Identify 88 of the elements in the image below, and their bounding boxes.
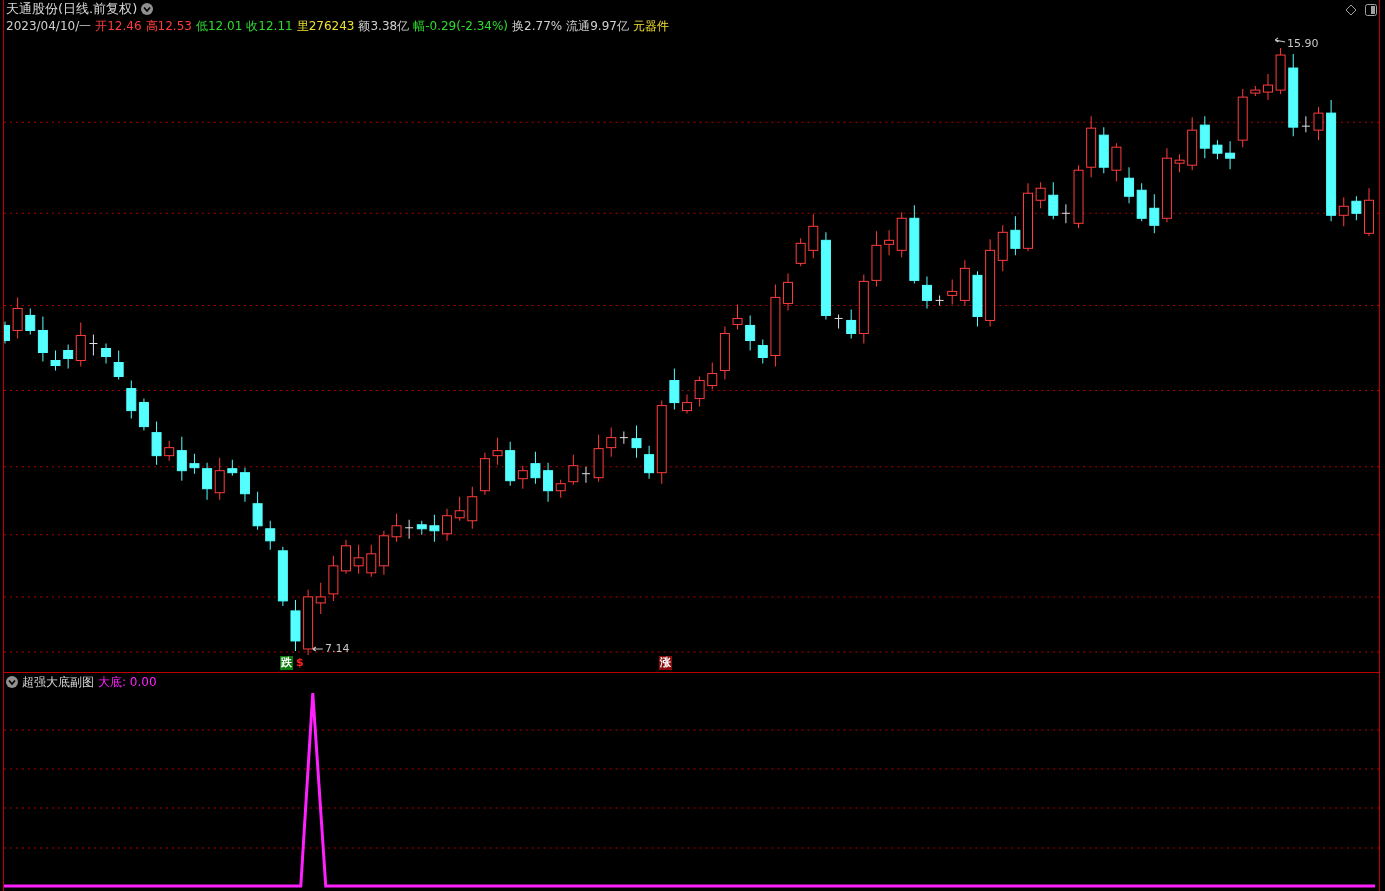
- candle: [606, 427, 617, 458]
- candle: [366, 544, 377, 578]
- candle: [1187, 116, 1198, 171]
- candle: [581, 466, 591, 484]
- candle: [1301, 115, 1311, 133]
- low-pointer-icon: [312, 646, 324, 652]
- candle: [1010, 215, 1021, 256]
- diamond-icon[interactable]: [1345, 4, 1357, 16]
- candle: [1048, 181, 1059, 220]
- candle: [1275, 47, 1286, 95]
- candle: [391, 513, 402, 543]
- candle: [1199, 115, 1210, 159]
- stock-title: 天通股份(日线.前复权): [6, 0, 138, 18]
- candle: [1364, 187, 1374, 237]
- candle: [12, 296, 23, 339]
- candle: [467, 486, 478, 530]
- panel-toggle-icon[interactable]: [1365, 4, 1377, 16]
- candle: [4, 320, 10, 344]
- candle: [404, 519, 414, 540]
- candle: [341, 539, 351, 575]
- candle: [151, 421, 162, 466]
- candle: [290, 599, 301, 652]
- candle: [88, 333, 98, 356]
- candle: [972, 270, 983, 327]
- indicator-title: 超强大底副图: [22, 673, 94, 691]
- candle: [1086, 115, 1097, 178]
- candle: [328, 555, 339, 602]
- candle: [1174, 153, 1185, 173]
- candle: [492, 437, 503, 466]
- candle: [694, 376, 705, 408]
- high-price-label: 15.90: [1287, 37, 1319, 50]
- candle: [795, 237, 806, 267]
- candle: [530, 451, 541, 485]
- candle: [50, 350, 61, 372]
- candle: [1124, 166, 1135, 204]
- candle: [568, 454, 579, 486]
- candle: [202, 462, 213, 501]
- candle: [871, 230, 882, 287]
- quote-field: 幅-0.29(-2.34%): [413, 17, 509, 35]
- candle: [1098, 126, 1109, 174]
- candle: [631, 425, 642, 459]
- quote-field: 2023/04/10/一: [6, 17, 92, 35]
- candle: [454, 496, 465, 522]
- candle: [429, 514, 440, 543]
- fall-signal: 跌: [280, 656, 293, 670]
- quote-field: 高12.53: [145, 17, 192, 35]
- candle: [1073, 164, 1084, 229]
- candle: [1061, 203, 1071, 224]
- candle: [1111, 142, 1122, 182]
- dropdown-icon[interactable]: [141, 3, 154, 15]
- dollar-signal: $: [295, 656, 305, 670]
- candle: [138, 398, 149, 432]
- candle: [783, 272, 794, 311]
- quote-field: 换2.77%: [512, 17, 563, 35]
- quote-field: 低12.01: [195, 17, 243, 35]
- candle: [378, 530, 389, 576]
- quote-field: 元器件: [632, 17, 669, 35]
- candle: [214, 457, 225, 501]
- candle: [732, 303, 743, 330]
- candle: [834, 313, 844, 329]
- candle: [1351, 195, 1362, 221]
- quote-field: 流通9.97亿: [566, 17, 629, 35]
- candle: [252, 491, 263, 531]
- candle: [189, 453, 200, 475]
- rise-signal: 涨: [659, 656, 672, 670]
- candle: [416, 520, 427, 536]
- dropdown-icon[interactable]: [6, 676, 18, 688]
- quote-field: 里276243: [296, 17, 355, 35]
- indicator-reading: 大底: 0.00: [98, 673, 157, 691]
- quote-field: 收12.11: [246, 17, 293, 35]
- candle: [479, 452, 490, 496]
- candle: [126, 380, 137, 420]
- high-pointer-icon: [1274, 37, 1286, 43]
- candle: [619, 431, 629, 445]
- candle: [593, 434, 604, 483]
- candle: [669, 368, 680, 411]
- quote-field: 额3.38亿: [358, 17, 410, 35]
- candle: [1035, 181, 1046, 209]
- quote-field: 开12.46: [95, 17, 142, 35]
- low-price-label: 7.14: [325, 642, 350, 655]
- candle: [442, 508, 453, 542]
- candle: [1212, 139, 1223, 160]
- candle: [935, 294, 945, 306]
- candle: [1023, 182, 1033, 252]
- candle: [353, 544, 364, 575]
- candle: [1136, 182, 1147, 222]
- candle: [682, 394, 692, 415]
- candle: [1313, 106, 1324, 141]
